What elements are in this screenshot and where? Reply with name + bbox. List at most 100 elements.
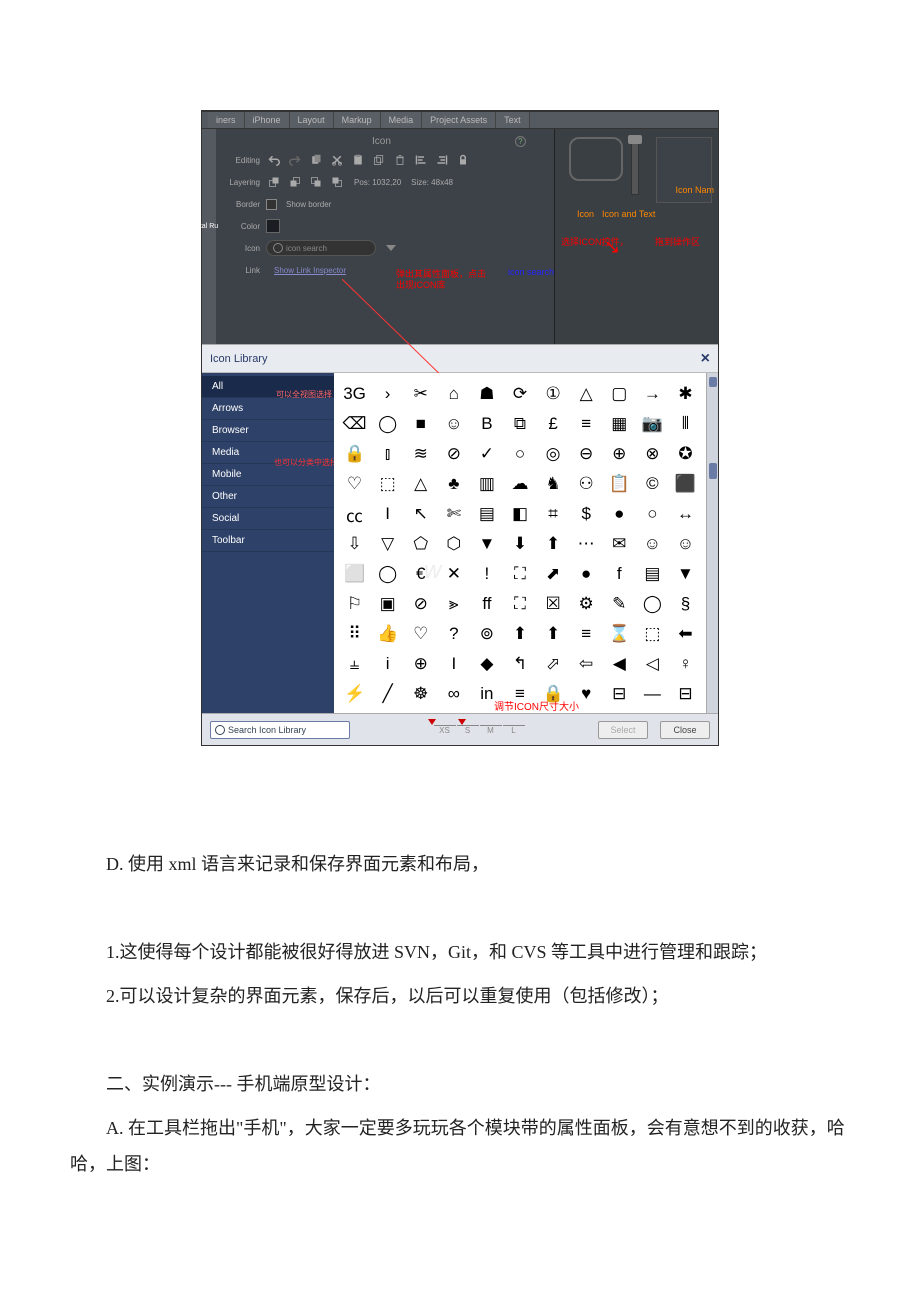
grid-icon[interactable]: ☸: [404, 679, 437, 709]
grid-icon[interactable]: △: [404, 469, 437, 499]
grid-icon[interactable]: ↰: [503, 649, 536, 679]
grid-icon[interactable]: ▼: [669, 559, 702, 589]
grid-icon[interactable]: →: [636, 379, 669, 409]
grid-icon[interactable]: ○: [503, 439, 536, 469]
grid-icon[interactable]: ☺: [669, 529, 702, 559]
grid-icon[interactable]: ◁: [636, 649, 669, 679]
grid-icon[interactable]: ≡: [570, 409, 603, 439]
cat-browser[interactable]: Browser: [202, 420, 334, 442]
grid-icon[interactable]: ☁: [503, 469, 536, 499]
icon-preview[interactable]: [569, 137, 623, 181]
grid-icon[interactable]: ㏄: [338, 499, 371, 529]
grid-scrollbar[interactable]: [706, 373, 718, 713]
grid-icon[interactable]: $: [570, 499, 603, 529]
tab-iphone[interactable]: iPhone: [245, 112, 290, 128]
grid-icon[interactable]: ⋯: [570, 529, 603, 559]
grid-icon[interactable]: ⇦: [570, 649, 603, 679]
grid-icon[interactable]: △: [570, 379, 603, 409]
grid-icon[interactable]: ♀: [669, 649, 702, 679]
grid-icon[interactable]: ▽: [371, 529, 404, 559]
grid-icon[interactable]: ⫾: [371, 439, 404, 469]
cat-all[interactable]: All可以全视图选择: [202, 376, 334, 398]
grid-icon[interactable]: ✉: [603, 529, 636, 559]
grid-icon[interactable]: ≋: [404, 439, 437, 469]
grid-icon[interactable]: ⇩: [338, 529, 371, 559]
grid-icon[interactable]: ✎: [603, 589, 636, 619]
paste-icon[interactable]: [350, 153, 365, 168]
grid-icon[interactable]: ⊖: [570, 439, 603, 469]
grid-icon[interactable]: 👍: [371, 619, 404, 649]
close-icon[interactable]: ×: [701, 350, 710, 368]
grid-icon[interactable]: ⫨: [338, 649, 371, 679]
send-backward-icon[interactable]: [308, 175, 323, 190]
grid-icon[interactable]: ✄: [437, 499, 470, 529]
grid-icon[interactable]: ⊘: [437, 439, 470, 469]
grid-icon[interactable]: ⬅: [669, 619, 702, 649]
grid-icon[interactable]: ⬚: [371, 469, 404, 499]
grid-icon[interactable]: ∞: [437, 679, 470, 709]
duplicate-icon[interactable]: [371, 153, 386, 168]
zoom-slider-thumb[interactable]: [628, 135, 642, 144]
grid-icon[interactable]: ◀: [603, 649, 636, 679]
cat-toolbar[interactable]: Toolbar: [202, 530, 334, 552]
grid-icon[interactable]: ▦: [603, 409, 636, 439]
grid-icon[interactable]: 📋: [603, 469, 636, 499]
grid-icon[interactable]: ⊚: [470, 619, 503, 649]
grid-icon[interactable]: ›: [371, 379, 404, 409]
grid-icon[interactable]: ♡: [338, 469, 371, 499]
grid-icon[interactable]: ✪: [669, 439, 702, 469]
grid-icon[interactable]: ⬜: [338, 559, 371, 589]
align-right-icon[interactable]: [434, 153, 449, 168]
size-ruler[interactable]: XS S M L: [362, 725, 586, 735]
grid-icon[interactable]: £: [537, 409, 570, 439]
grid-icon[interactable]: ⌗: [537, 499, 570, 529]
grid-icon[interactable]: ⚙: [570, 589, 603, 619]
grid-icon[interactable]: ⊟: [669, 679, 702, 709]
grid-icon[interactable]: ⌫: [338, 409, 371, 439]
grid-icon[interactable]: ▤: [470, 499, 503, 529]
grid-icon[interactable]: ⬡: [437, 529, 470, 559]
search-icon-library-input[interactable]: Search Icon Library: [210, 721, 350, 739]
grid-icon[interactable]: ©: [636, 469, 669, 499]
delete-icon[interactable]: [392, 153, 407, 168]
cat-arrows[interactable]: Arrows: [202, 398, 334, 420]
grid-icon[interactable]: ⬇: [503, 529, 536, 559]
help-icon[interactable]: ?: [515, 136, 526, 147]
icon-and-text-mode-label[interactable]: Icon and Text: [602, 209, 655, 219]
select-button[interactable]: Select: [598, 721, 648, 739]
bring-forward-icon[interactable]: [287, 175, 302, 190]
grid-icon[interactable]: ⬛: [669, 469, 702, 499]
align-left-icon[interactable]: [413, 153, 428, 168]
grid-icon[interactable]: !: [470, 559, 503, 589]
grid-icon[interactable]: ⬆: [537, 619, 570, 649]
grid-icon[interactable]: ✓: [470, 439, 503, 469]
grid-icon[interactable]: ⊗: [636, 439, 669, 469]
grid-icon[interactable]: i: [371, 649, 404, 679]
grid-icon[interactable]: ⟳: [503, 379, 536, 409]
grid-icon[interactable]: ⠿: [338, 619, 371, 649]
grid-icon[interactable]: ⊕: [603, 439, 636, 469]
grid-icon[interactable]: ▢: [603, 379, 636, 409]
grid-icon[interactable]: ▥: [470, 469, 503, 499]
grid-icon[interactable]: ⫴: [669, 409, 702, 439]
color-swatch[interactable]: [266, 219, 280, 233]
grid-icon[interactable]: ⪢: [437, 589, 470, 619]
grid-icon[interactable]: ⛶: [503, 589, 536, 619]
grid-icon[interactable]: ☺: [437, 409, 470, 439]
grid-icon[interactable]: ⚇: [570, 469, 603, 499]
grid-icon[interactable]: I: [437, 649, 470, 679]
grid-icon[interactable]: ⧉: [503, 409, 536, 439]
cat-mobile[interactable]: Mobile: [202, 464, 334, 486]
tab-markup[interactable]: Markup: [334, 112, 381, 128]
zoom-slider-track[interactable]: [631, 135, 639, 195]
grid-icon[interactable]: ◧: [503, 499, 536, 529]
grid-icon[interactable]: ♣: [437, 469, 470, 499]
grid-icon[interactable]: ☗: [470, 379, 503, 409]
dropdown-arrow-icon[interactable]: [386, 245, 396, 251]
grid-icon[interactable]: ●: [603, 499, 636, 529]
grid-icon[interactable]: ♡: [404, 619, 437, 649]
icon-mode-label[interactable]: Icon: [577, 209, 594, 219]
copy-icon[interactable]: [308, 153, 323, 168]
grid-icon[interactable]: ff: [470, 589, 503, 619]
grid-icon[interactable]: ⌂: [437, 379, 470, 409]
